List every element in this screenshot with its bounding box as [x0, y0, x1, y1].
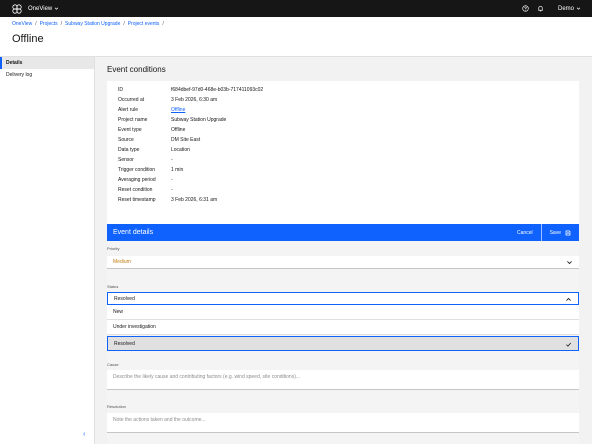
status-option-label: Resolved [114, 340, 135, 347]
page-title: Offline [12, 33, 44, 45]
save-button[interactable]: Save [540, 224, 579, 241]
event-details-title: Event details [113, 229, 154, 236]
page-header: OneView / Projects / Subway Station Upgr… [0, 17, 592, 57]
event-details-form: Priority Medium Status Resolved New Unde… [107, 241, 579, 444]
condition-key: Project name [118, 117, 148, 123]
status-option-label: Under investigation [113, 324, 156, 330]
status-value: Resolved [114, 295, 135, 302]
condition-row: Alert rule Offline [118, 107, 185, 113]
sidebar-item-label: Delivery log [6, 72, 33, 78]
sidebar-item-delivery-log[interactable]: Delivery log [0, 69, 94, 81]
condition-row: Reset timestamp 3 Feb 2026, 6:31 am [118, 197, 217, 203]
breadcrumb-separator: / [123, 21, 125, 27]
user-name: Demo [557, 5, 574, 12]
status-option-label: New [113, 309, 124, 315]
checkmark-icon [566, 342, 572, 347]
help-icon[interactable] [522, 5, 529, 12]
condition-value: Location [171, 147, 190, 153]
cancel-button[interactable]: Cancel [509, 224, 541, 241]
event-conditions-title: Event conditions [107, 65, 166, 74]
condition-key: Sensor [118, 157, 134, 163]
condition-key: Averaging period [118, 177, 156, 183]
event-details-bar: Event details Cancel Save [107, 224, 579, 241]
breadcrumb-separator: / [162, 21, 164, 27]
resolution-label: Resolution [107, 404, 126, 409]
priority-select[interactable]: Medium [107, 256, 579, 269]
breadcrumb-link[interactable]: Projects [40, 21, 58, 27]
condition-key: Occurred at [118, 97, 145, 103]
status-option-new[interactable]: New [107, 305, 579, 320]
cancel-button-label: Cancel [517, 229, 533, 236]
breadcrumb-link[interactable]: Subway Station Upgrade [65, 21, 120, 27]
condition-value: Offline [171, 127, 186, 133]
condition-key: Reset timestamp [118, 197, 156, 203]
condition-value: DM Site East [171, 137, 201, 143]
condition-row: Data type Location [118, 147, 190, 153]
condition-row: Event type Offline [118, 127, 185, 133]
user-menu[interactable]: Demo [558, 6, 581, 12]
condition-value: 3 Feb 2026, 6:31 am [171, 197, 218, 203]
condition-value: 3 Feb 2026, 6:30 am [171, 97, 218, 103]
condition-key: Reset condition [118, 187, 153, 193]
breadcrumb-separator: / [60, 21, 63, 27]
breadcrumb-link[interactable]: Project events [128, 21, 160, 27]
chevron-up-icon [566, 297, 571, 301]
condition-row: ID f684dbef-97d0-468e-b03b-717411093c02 [118, 87, 263, 93]
priority-label: Priority [107, 246, 120, 251]
breadcrumb-link[interactable]: OneView [12, 21, 32, 27]
condition-value: - [171, 187, 173, 193]
status-select[interactable]: Resolved [107, 292, 579, 305]
save-icon [565, 230, 571, 235]
cause-label: Cause [107, 362, 119, 367]
condition-value: - [171, 157, 173, 163]
condition-row: Trigger condition 1 min [118, 167, 183, 173]
notification-icon[interactable] [537, 5, 544, 12]
resolution-textarea[interactable]: Note the actions taken and the outcome..… [107, 413, 579, 433]
top-bar: OneView Demo [0, 0, 592, 17]
app-logo-icon[interactable] [12, 3, 22, 14]
cause-textarea[interactable]: Describe the likely cause and contributi… [107, 370, 579, 390]
condition-key: Alert rule [118, 107, 139, 113]
app-switcher[interactable]: OneView [28, 6, 59, 12]
chevron-down-icon [576, 7, 581, 10]
breadcrumb-separator: / [35, 21, 37, 27]
chevron-down-icon [55, 7, 59, 10]
app-name: OneView [28, 5, 53, 12]
condition-key: ID [118, 87, 123, 93]
condition-row: Averaging period - [118, 177, 173, 183]
condition-value: Subway Station Upgrade [171, 117, 227, 123]
condition-row: Reset condition - [118, 187, 173, 193]
status-label: Status [107, 284, 119, 289]
condition-value: f684dbef-97d0-468e-b03b-717411093c02 [171, 87, 264, 93]
condition-key: Data type [118, 147, 140, 153]
save-button-label: Save [549, 229, 561, 236]
collapse-sidebar-icon[interactable]: ‹ [83, 431, 85, 438]
condition-value: - [171, 177, 173, 183]
condition-row: Occurred at 3 Feb 2026, 6:30 am [118, 97, 217, 103]
status-option-resolved[interactable]: Resolved [107, 336, 579, 351]
main-content: Event conditions ID f684dbef-97d0-468e-b0… [95, 57, 592, 444]
condition-key: Trigger condition [118, 167, 156, 173]
condition-key: Source [118, 137, 134, 143]
breadcrumb: OneView / Projects / Subway Station Upgr… [12, 21, 164, 27]
sidebar-item-label: Details [6, 60, 23, 66]
sidebar-item-details[interactable]: Details [0, 57, 94, 69]
condition-row: Project name Subway Station Upgrade [118, 117, 226, 123]
condition-row: Sensor - [118, 157, 173, 163]
sidebar: Details Delivery log ‹ [0, 57, 95, 444]
condition-row: Source DM Site East [118, 137, 200, 143]
status-option-under-investigation[interactable]: Under investigation [107, 320, 579, 335]
condition-key: Event type [118, 127, 142, 133]
priority-value: Medium [113, 259, 131, 265]
condition-value: 1 min [171, 167, 184, 173]
alert-rule-link[interactable]: Offline [171, 107, 185, 113]
chevron-down-icon [567, 261, 572, 265]
